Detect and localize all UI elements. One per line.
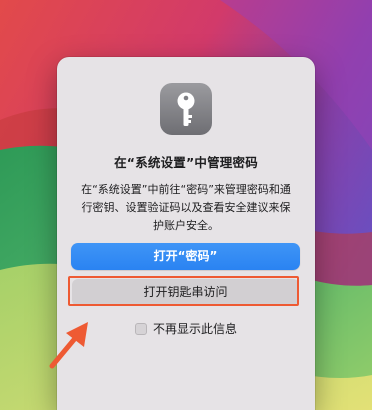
dont-show-again-label: 不再显示此信息: [152, 322, 237, 336]
pointer-arrow-icon: [44, 316, 94, 372]
dialog-title: 在“系统设置”中管理密码: [114, 155, 258, 170]
key-icon: [159, 82, 213, 136]
dialog-message: 在“系统设置”中前往“密码”来管理密码和通行密钥、设置验证码以及查看安全建议来保…: [81, 183, 291, 232]
dont-show-again-row[interactable]: 不再显示此信息: [57, 320, 315, 338]
open-passwords-button[interactable]: 打开“密码”: [71, 243, 300, 270]
highlight-box: [68, 276, 299, 306]
dont-show-again-checkbox[interactable]: [134, 323, 147, 335]
password-management-dialog: 在“系统设置”中管理密码 在“系统设置”中前往“密码”来管理密码和通行密钥、设置…: [57, 57, 315, 410]
